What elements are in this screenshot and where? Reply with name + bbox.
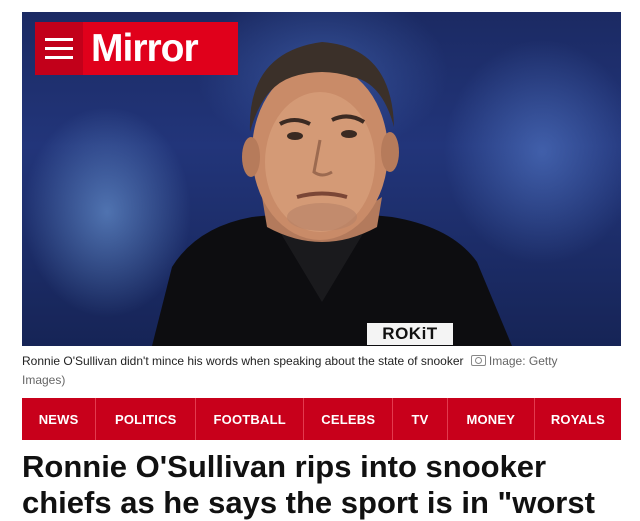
nav-item-money[interactable]: MONEY — [448, 398, 535, 440]
camera-icon — [470, 355, 486, 366]
nav-item-politics[interactable]: POLITICS — [96, 398, 197, 440]
nav-item-news[interactable]: NEWS — [22, 398, 97, 440]
nav-item-royals[interactable]: ROYALS — [535, 398, 621, 440]
hamburger-menu-icon[interactable] — [35, 22, 83, 75]
mirror-logo[interactable]: Mirror — [35, 22, 238, 75]
nav-item-tv[interactable]: TV — [393, 398, 448, 440]
caption-text: Ronnie O'Sullivan didn't mince his words… — [22, 354, 464, 368]
image-caption: Ronnie O'Sullivan didn't mince his words… — [22, 352, 602, 390]
nav-item-celebs[interactable]: CELEBS — [304, 398, 394, 440]
article-headline: Ronnie O'Sullivan rips into snooker chie… — [22, 449, 595, 520]
main-navigation: NEWS POLITICS FOOTBALL CELEBS TV MONEY R… — [22, 398, 621, 440]
nav-item-football[interactable]: FOOTBALL — [196, 398, 305, 440]
brand-name: Mirror — [91, 27, 199, 70]
sponsor-logo: ROKiT — [367, 323, 453, 345]
